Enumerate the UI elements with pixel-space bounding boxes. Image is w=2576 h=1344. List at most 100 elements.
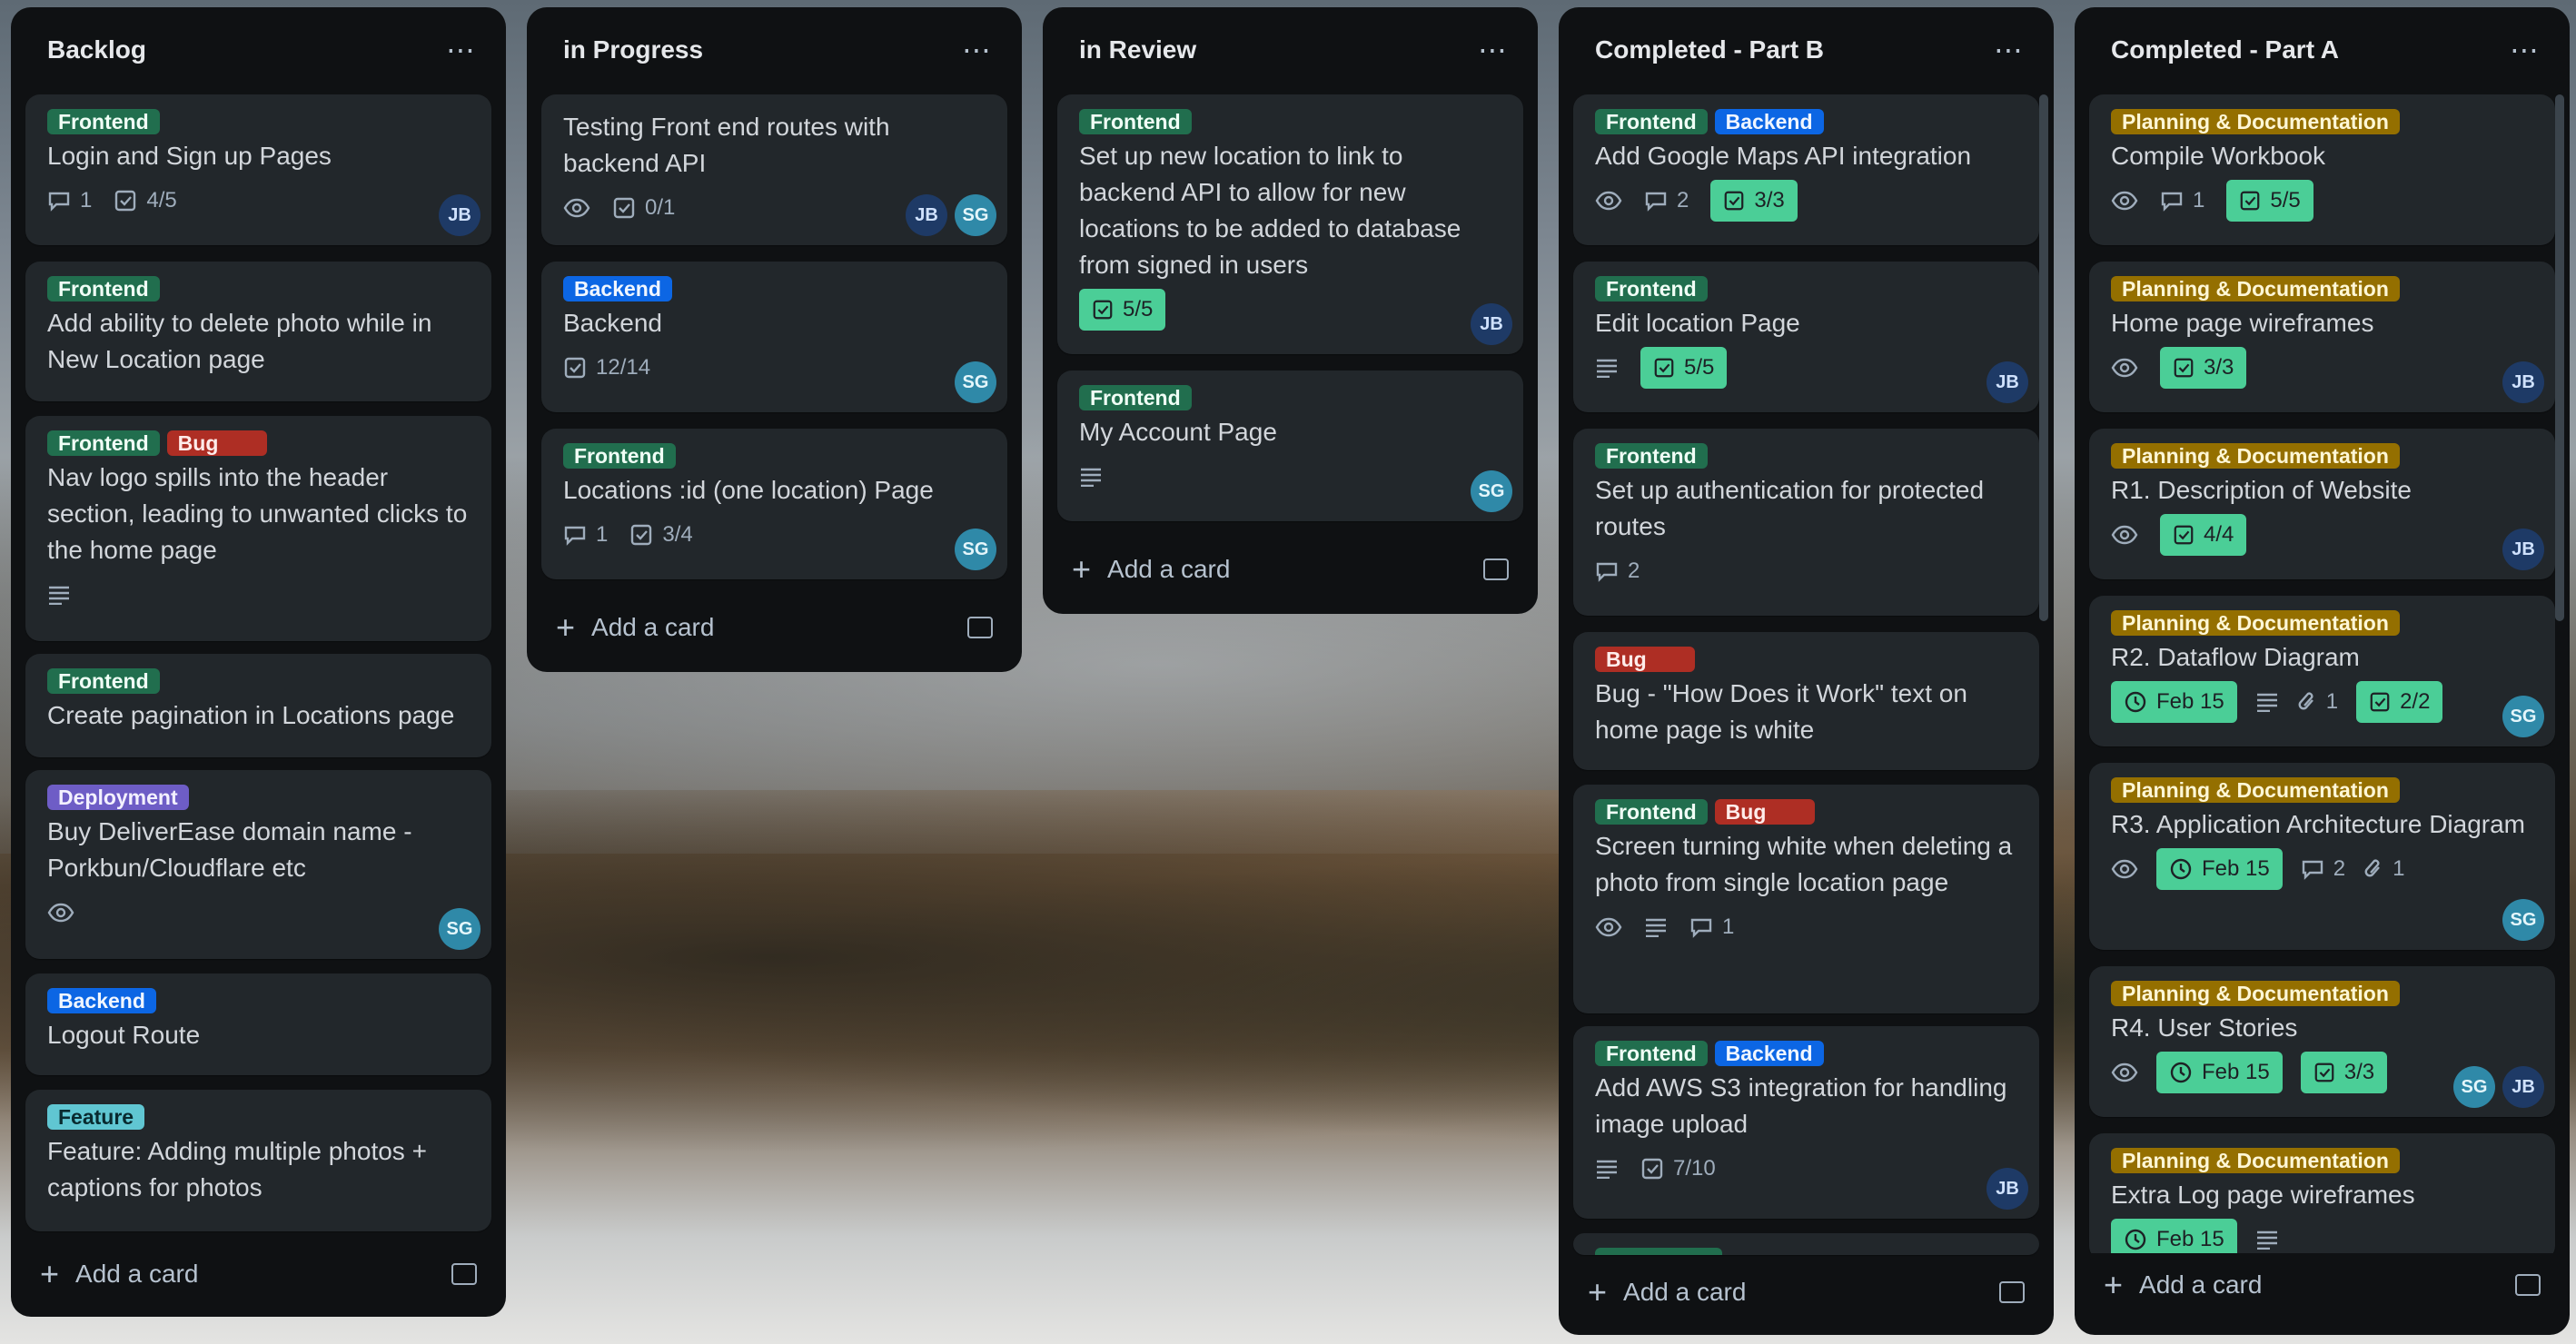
card[interactable]: Frontend My Account Page SG (1057, 371, 1523, 521)
label-planning-documentation[interactable]: Planning & Documentation (2111, 443, 2400, 469)
card[interactable]: Planning & Documentation R3. Application… (2089, 763, 2555, 950)
ellipsis-icon[interactable]: ⋯ (1478, 35, 1509, 64)
ellipsis-icon[interactable]: ⋯ (1994, 35, 2025, 64)
avatar[interactable]: JB (1986, 361, 2028, 403)
list-title[interactable]: Completed - Part A (2111, 35, 2339, 64)
card-template-icon[interactable] (2515, 1274, 2541, 1296)
avatar[interactable]: JB (2502, 361, 2544, 403)
card[interactable]: Testing Front end routes with backend AP… (541, 94, 1007, 245)
label-bug[interactable]: Bug (1714, 799, 1815, 825)
avatar[interactable]: SG (955, 529, 996, 570)
card[interactable]: Planning & Documentation Home page wiref… (2089, 262, 2555, 412)
card[interactable]: Frontend Backend Add Google Maps API int… (1573, 94, 2039, 245)
avatar[interactable]: SG (2502, 696, 2544, 737)
card[interactable]: Frontend Add ability to delete photo whi… (25, 262, 491, 401)
label-deployment[interactable]: Deployment (47, 785, 189, 810)
avatar[interactable]: SG (2502, 899, 2544, 941)
label-backend[interactable]: Backend (47, 988, 156, 1013)
avatar[interactable]: JB (439, 194, 481, 236)
card[interactable]: Frontend Backend Add AWS S3 integration … (1573, 1026, 2039, 1219)
scrollbar[interactable] (2555, 94, 2564, 621)
card-title: Set up authentication for protected rout… (1595, 476, 1985, 540)
label-frontend (1595, 1248, 1722, 1255)
ellipsis-icon[interactable]: ⋯ (446, 35, 477, 64)
add-card-button[interactable]: + Add a card (25, 1242, 491, 1306)
card[interactable]: Frontend Bug Nav logo spills into the he… (25, 416, 491, 641)
list-completed-part-b: Completed - Part B ⋯ Frontend Backend Ad… (1559, 7, 2054, 1335)
avatar[interactable]: SG (439, 908, 481, 950)
card[interactable]: Planning & Documentation R2. Dataflow Di… (2089, 596, 2555, 746)
avatar[interactable]: SG (1471, 470, 1512, 512)
add-card-button[interactable]: + Add a card (1057, 538, 1523, 601)
ellipsis-icon[interactable]: ⋯ (2510, 35, 2541, 64)
card-template-icon[interactable] (451, 1263, 477, 1285)
avatar[interactable]: JB (1986, 1168, 2028, 1210)
label-frontend[interactable]: Frontend (1595, 276, 1708, 301)
label-planning-documentation[interactable]: Planning & Documentation (2111, 777, 2400, 803)
label-backend[interactable]: Backend (1714, 109, 1824, 134)
avatar[interactable]: JB (2502, 1066, 2544, 1108)
label-planning-documentation[interactable]: Planning & Documentation (2111, 610, 2400, 636)
scrollbar[interactable] (2039, 94, 2048, 621)
label-planning-documentation[interactable]: Planning & Documentation (2111, 109, 2400, 134)
label-frontend[interactable]: Frontend (47, 430, 160, 456)
label-frontend[interactable]: Frontend (47, 276, 160, 301)
label-frontend[interactable]: Frontend (1079, 385, 1192, 410)
card[interactable]: Deployment Buy DeliverEase domain name -… (25, 770, 491, 959)
label-frontend[interactable]: Frontend (1595, 799, 1708, 825)
label-backend[interactable]: Backend (1714, 1041, 1824, 1066)
due-date-badge[interactable]: Feb 15 (2156, 848, 2283, 890)
avatar[interactable]: JB (1471, 303, 1512, 345)
checklist-complete-badge: 3/3 (2300, 1052, 2388, 1093)
label-bug[interactable]: Bug (1595, 647, 1695, 672)
avatar[interactable]: SG (955, 194, 996, 236)
add-card-button[interactable]: + Add a card (541, 596, 1007, 659)
card[interactable]: Planning & Documentation R1. Description… (2089, 429, 2555, 579)
label-bug[interactable]: Bug (166, 430, 267, 456)
avatar[interactable]: SG (955, 361, 996, 403)
card[interactable]: Bug Bug - "How Does it Work" text on hom… (1573, 632, 2039, 770)
card[interactable]: Frontend Bug Screen turning white when d… (1573, 785, 2039, 1013)
label-backend[interactable]: Backend (563, 276, 672, 301)
add-card-button[interactable]: + Add a card (1573, 1260, 2039, 1324)
card[interactable]: Planning & Documentation R4. User Storie… (2089, 966, 2555, 1117)
label-frontend[interactable]: Frontend (1595, 109, 1708, 134)
card[interactable]: Frontend Locations :id (one location) Pa… (541, 429, 1007, 579)
label-frontend[interactable]: Frontend (1595, 1041, 1708, 1066)
card[interactable]: Frontend Set up authentication for prote… (1573, 429, 2039, 616)
label-frontend[interactable]: Frontend (1079, 109, 1192, 134)
card[interactable]: Frontend Set up new location to link to … (1057, 94, 1523, 354)
avatar[interactable]: SG (2453, 1066, 2495, 1108)
label-planning-documentation[interactable]: Planning & Documentation (2111, 981, 2400, 1006)
label-planning-documentation[interactable]: Planning & Documentation (2111, 1148, 2400, 1173)
checklist-icon (2241, 191, 2260, 211)
card[interactable]: Backend Backend 12/14 SG (541, 262, 1007, 412)
add-card-button[interactable]: + Add a card (2089, 1253, 2555, 1317)
list-title[interactable]: Backlog (47, 35, 146, 64)
card[interactable]: Feature Feature: Adding multiple photos … (25, 1090, 491, 1231)
label-planning-documentation[interactable]: Planning & Documentation (2111, 276, 2400, 301)
label-feature[interactable]: Feature (47, 1104, 145, 1130)
card[interactable]: Frontend Edit location Page 5/5 JB (1573, 262, 2039, 412)
label-frontend[interactable]: Frontend (1595, 443, 1708, 469)
card-template-icon[interactable] (1999, 1281, 2025, 1303)
card[interactable]: Backend Logout Route (25, 973, 491, 1075)
label-frontend[interactable]: Frontend (47, 668, 160, 694)
list-title[interactable]: Completed - Part B (1595, 35, 1824, 64)
ellipsis-icon[interactable]: ⋯ (962, 35, 993, 64)
card-template-icon[interactable] (967, 617, 993, 638)
list-title[interactable]: in Review (1079, 35, 1196, 64)
label-frontend[interactable]: Frontend (47, 109, 160, 134)
card[interactable]: Frontend Login and Sign up Pages 1 4/5 J… (25, 94, 491, 245)
card[interactable]: Planning & Documentation Extra Log page … (2089, 1133, 2555, 1260)
avatar[interactable]: JB (2502, 529, 2544, 570)
due-date-badge[interactable]: Feb 15 (2111, 681, 2237, 723)
card-partial[interactable] (1573, 1233, 2039, 1255)
label-frontend[interactable]: Frontend (563, 443, 676, 469)
card[interactable]: Frontend Create pagination in Locations … (25, 654, 491, 757)
due-date-badge[interactable]: Feb 15 (2156, 1052, 2283, 1093)
card[interactable]: Planning & Documentation Compile Workboo… (2089, 94, 2555, 245)
list-title[interactable]: in Progress (563, 35, 703, 64)
card-template-icon[interactable] (1483, 558, 1509, 580)
avatar[interactable]: JB (906, 194, 947, 236)
